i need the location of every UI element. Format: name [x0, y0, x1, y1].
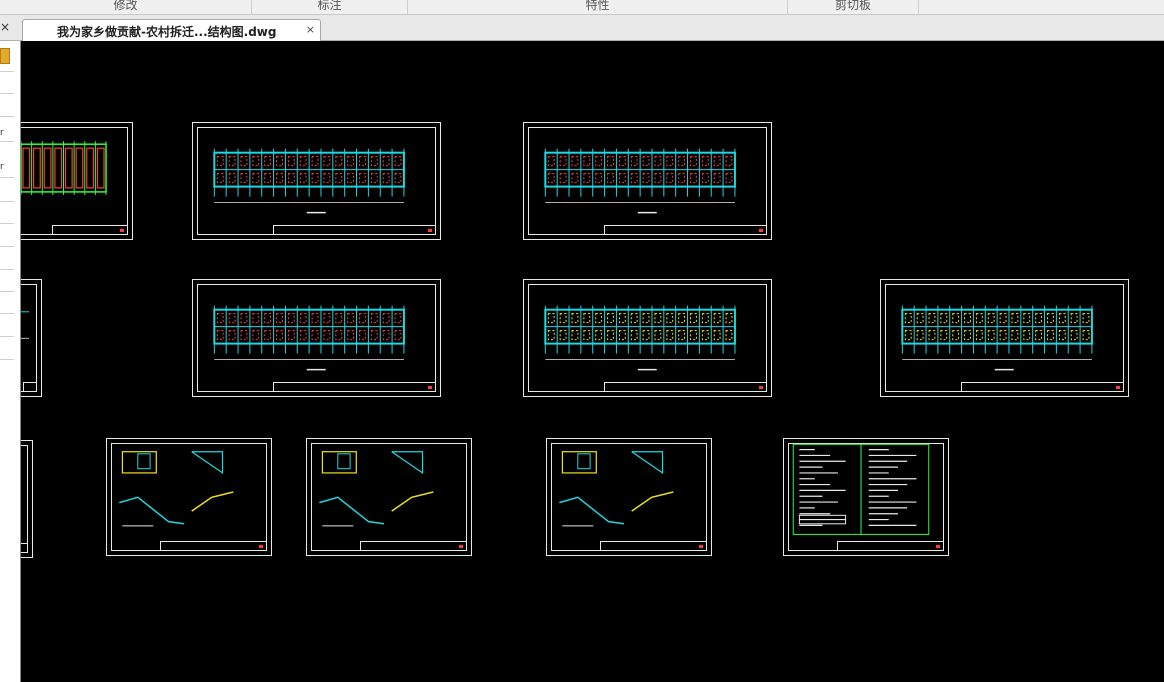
sidebar-item-label: r	[0, 128, 4, 138]
sheet-drawing	[213, 148, 405, 214]
title-block	[51, 225, 127, 234]
ribbon-group-properties[interactable]: 特性	[408, 0, 788, 14]
document-tab[interactable]: 我为家乡做贡献-农村拆迁...结构图.dwg ×	[22, 19, 321, 41]
sheet-drawing	[544, 148, 736, 214]
divider	[0, 291, 14, 292]
sheet-drawing	[559, 451, 674, 527]
title-block	[960, 382, 1123, 391]
sheet-beam-plan-1[interactable]	[523, 279, 772, 397]
title-block-mark	[119, 229, 124, 232]
document-tab-bar: × 我为家乡做贡献-农村拆迁...结构图.dwg ×	[0, 15, 1164, 41]
title-block-mark	[935, 545, 940, 548]
divider	[0, 116, 14, 117]
sheet-stair-detail-2[interactable]	[306, 438, 472, 556]
title-block	[160, 541, 266, 550]
title-block	[360, 541, 466, 550]
title-block	[21, 543, 27, 552]
sheet-stair-detail-3[interactable]	[546, 438, 712, 556]
document-tab-title: 我为家乡做贡献-农村拆迁...结构图.dwg	[57, 25, 277, 39]
ribbon-group-label: 剪切板	[834, 0, 871, 12]
sheet-general-notes[interactable]	[783, 438, 949, 556]
divider	[0, 71, 14, 72]
divider	[0, 201, 14, 202]
sheet-drawing	[792, 443, 930, 535]
sheet-partial-2[interactable]	[21, 279, 42, 397]
divider	[0, 93, 14, 94]
ribbon-group-label: 修改	[113, 0, 138, 12]
title-block-mark	[758, 386, 763, 389]
divider	[0, 269, 14, 270]
ribbon-group-clipboard[interactable]: 剪切板	[788, 0, 919, 14]
sheet-drawing	[544, 305, 736, 371]
sheet-drawing	[21, 311, 29, 339]
divider	[0, 313, 14, 314]
title-block	[272, 225, 435, 234]
drawing-canvas[interactable]	[21, 41, 1164, 682]
ribbon-panel-headers: 修改 标注 特性 剪切板	[0, 0, 1164, 15]
sheet-floorplan-1[interactable]	[21, 122, 133, 240]
ribbon-group-label: 特性	[585, 0, 610, 12]
sheet-structure-plan-2[interactable]	[523, 122, 772, 240]
sheet-structure-plan-1[interactable]	[192, 122, 441, 240]
sheet-stair-detail-1[interactable]	[106, 438, 272, 556]
ribbon-group-annotate[interactable]: 标注	[252, 0, 408, 14]
sheet-drawing	[21, 441, 22, 547]
divider	[0, 336, 14, 337]
panel-close-icon[interactable]: ×	[0, 20, 10, 34]
sheet-inner-frame	[21, 445, 28, 553]
sheet-drawing	[901, 305, 1093, 371]
ribbon-group-label: 标注	[317, 0, 342, 12]
sheet-structure-plan-3[interactable]	[192, 279, 441, 397]
ribbon-group-modify[interactable]: 修改	[0, 0, 252, 14]
divider	[0, 177, 14, 178]
title-block	[603, 382, 766, 391]
sheet-drawing	[119, 451, 234, 527]
title-block	[837, 541, 943, 550]
title-block-mark	[1115, 386, 1120, 389]
sheet-partial-3[interactable]	[21, 440, 33, 558]
edit-tool-icon[interactable]	[0, 48, 10, 64]
title-block-mark	[427, 386, 432, 389]
title-block	[603, 225, 766, 234]
divider	[0, 359, 14, 360]
divider	[0, 141, 14, 142]
close-icon[interactable]: ×	[306, 23, 315, 36]
title-block-mark	[427, 229, 432, 232]
title-block-mark	[258, 545, 263, 548]
title-block	[22, 382, 36, 391]
sheet-drawing	[21, 141, 107, 195]
title-block	[272, 382, 435, 391]
title-block-mark	[458, 545, 463, 548]
title-block-mark	[758, 229, 763, 232]
sidebar-item-label: r	[0, 162, 4, 172]
sheet-drawing	[213, 305, 405, 371]
side-panel: r r	[0, 41, 21, 682]
title-block	[600, 541, 706, 550]
sheet-drawing	[319, 451, 434, 527]
sheet-beam-plan-2[interactable]	[880, 279, 1129, 397]
divider	[0, 246, 14, 247]
divider	[0, 223, 14, 224]
title-block-mark	[698, 545, 703, 548]
